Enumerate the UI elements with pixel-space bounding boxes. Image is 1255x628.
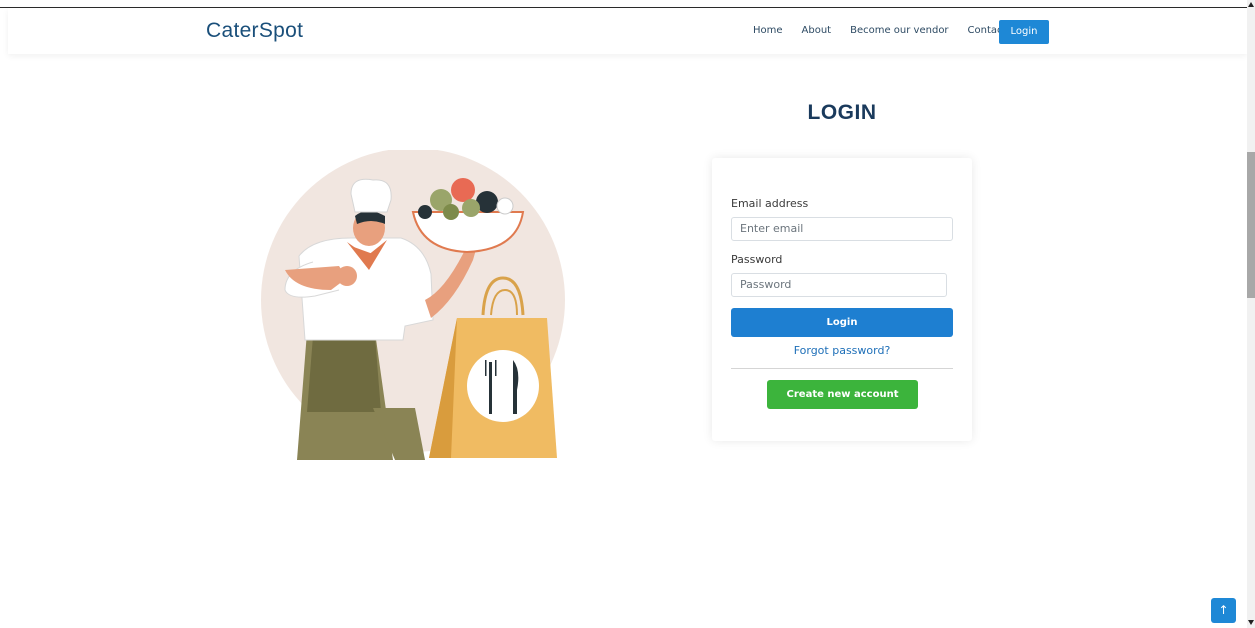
nav-link-about[interactable]: About xyxy=(802,22,832,40)
forgot-password-link[interactable]: Forgot password? xyxy=(712,344,972,357)
password-field[interactable]: Password xyxy=(731,273,947,297)
page-title: LOGIN xyxy=(807,101,877,124)
arrow-up-icon: ↑ xyxy=(1218,603,1229,617)
nav-links: Home About Become our vendor Contact xyxy=(753,22,1025,40)
nav-login-button[interactable]: Login xyxy=(999,20,1049,44)
divider xyxy=(731,368,953,369)
scroll-up-arrow-icon[interactable] xyxy=(1248,2,1254,7)
password-label: Password xyxy=(731,253,783,266)
nav-link-home[interactable]: Home xyxy=(753,22,783,40)
scroll-down-arrow-icon[interactable] xyxy=(1248,620,1254,625)
page-scrollbar[interactable] xyxy=(1247,0,1255,628)
login-submit-button[interactable]: Login xyxy=(731,308,953,337)
create-account-button[interactable]: Create new account xyxy=(767,380,918,409)
nav-link-become-vendor[interactable]: Become our vendor xyxy=(850,22,948,40)
login-card: Email address Enter email Password Passw… xyxy=(712,158,972,441)
navbar: CaterSpot Home About Become our vendor C… xyxy=(8,8,1247,54)
scrollbar-thumb[interactable] xyxy=(1247,152,1255,298)
back-to-top-button[interactable]: ↑ xyxy=(1211,598,1236,623)
window-top-edge xyxy=(0,0,1247,8)
brand-logo[interactable]: CaterSpot xyxy=(206,19,303,43)
chef-illustration xyxy=(261,150,565,460)
email-field[interactable]: Enter email xyxy=(731,217,953,241)
email-label: Email address xyxy=(731,197,809,210)
